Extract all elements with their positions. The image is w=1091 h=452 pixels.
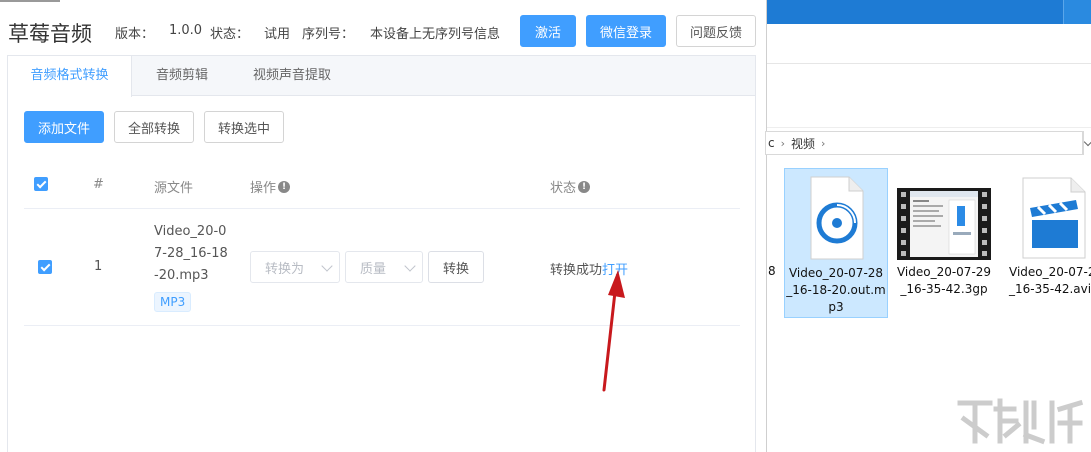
file-name-line: -20.mp3 (154, 268, 209, 283)
file-name-line: _16-35-42.3gp (900, 282, 988, 296)
video-thumbnail-icon (897, 188, 991, 260)
file-name-line: Video_20-07-28 (788, 266, 884, 280)
format-tag: MP3 (154, 292, 192, 312)
tab-audio-format-convert[interactable]: 音频格式转换 (8, 56, 132, 97)
tab-video-audio-extract[interactable]: 视频声音提取 (232, 56, 352, 96)
row-file-name: Video_20-0 7-28_16-18 -20.mp3 (154, 221, 234, 287)
file-name-line: _16-35-42.avi (1009, 282, 1091, 296)
header-status-label: 状态 (550, 181, 577, 196)
header-bar: 草莓音频 版本： 1.0.0 状态： 试用 序列号： 本设备上无序列号信息 激活… (0, 12, 767, 52)
explorer-ribbon (767, 24, 1091, 64)
header-action-label: 操作 (250, 181, 277, 196)
header-divider (24, 208, 740, 209)
explorer-titlebar (767, 0, 1091, 24)
row-divider (24, 325, 740, 326)
convert-to-placeholder: 转换为 (265, 261, 305, 277)
chevron-down-icon (404, 260, 416, 272)
file-name-line: Video_20-0 (154, 224, 227, 239)
quality-select[interactable]: 质量 (345, 251, 423, 283)
file-name-line: Video_20-07-2 (1009, 265, 1091, 279)
select-all-checkbox[interactable] (34, 177, 48, 191)
row-index: 1 (94, 259, 103, 274)
header-action: 操作 ! (250, 177, 291, 196)
window-control[interactable] (1063, 0, 1091, 24)
header-source-file: 源文件 (154, 181, 194, 196)
tab-audio-clip[interactable]: 音频剪辑 (132, 56, 232, 96)
clapperboard-file-icon (1022, 177, 1086, 259)
header-index: # (93, 177, 104, 192)
convert-selected-button[interactable]: 转换选中 (204, 111, 284, 143)
breadcrumb-folder[interactable]: 视频 (791, 135, 815, 152)
file-name: Video_20-07-29 _16-35-42.3gp (893, 264, 995, 298)
file-item[interactable]: Video_20-07-28 _16-18-20.out.m p3 (784, 168, 888, 318)
watermark-logo (957, 398, 1084, 445)
row-checkbox[interactable] (38, 260, 52, 274)
chevron-down-icon (321, 260, 333, 272)
file-name-line: Video_20-07-29 (896, 265, 992, 279)
wechat-login-button[interactable]: 微信登录 (586, 15, 666, 47)
app-title: 草莓音频 (8, 22, 92, 46)
add-file-button[interactable]: 添加文件 (24, 111, 104, 143)
convert-all-button[interactable]: 全部转换 (114, 111, 194, 143)
explorer-toolbar (767, 64, 1091, 128)
activate-button[interactable]: 激活 (520, 15, 576, 47)
version-value: 1.0.0 (169, 23, 203, 38)
convert-button[interactable]: 转换 (428, 251, 484, 283)
info-icon: ! (578, 180, 591, 193)
tab-bar: 音频格式转换 音频剪辑 视频声音提取 (8, 56, 755, 97)
status-label: 状态： (210, 27, 250, 42)
serial-value: 本设备上无序列号信息 (370, 27, 501, 42)
app-window: 草莓音频 版本： 1.0.0 状态： 试用 序列号： 本设备上无序列号信息 激活… (0, 0, 767, 452)
annotation-arrow-icon (602, 270, 625, 392)
file-name-line: _16-18-20.out.m (786, 283, 886, 297)
feedback-button[interactable]: 问题反馈 (676, 15, 756, 47)
file-name-line: 7-28_16-18 (154, 246, 228, 261)
breadcrumb-separator-icon: › (821, 136, 826, 150)
file-name: Video_20-07-28 _16-18-20.out.m p3 (785, 265, 887, 316)
address-dropdown-icon[interactable] (1083, 131, 1091, 155)
audio-file-icon (810, 176, 864, 260)
partial-file-label: 8 (768, 264, 776, 278)
convert-to-select[interactable]: 转换为 (250, 251, 340, 283)
status-value: 试用 (264, 27, 291, 42)
explorer-window: c › 视频 › 8 Video_20-07-28 _16-18-20.out.… (765, 0, 1091, 452)
file-item[interactable]: Video_20-07-2 _16-35-42.avi (1001, 168, 1091, 318)
file-name: Video_20-07-2 _16-35-42.avi (1009, 264, 1091, 298)
main-panel: 音频格式转换 音频剪辑 视频声音提取 添加文件 全部转换 转换选中 # 源文件 … (7, 55, 756, 452)
info-icon: ! (278, 180, 291, 193)
header-status: 状态 ! (550, 177, 591, 196)
file-name-line: p3 (828, 300, 844, 314)
address-bar[interactable]: c › 视频 › (765, 131, 1083, 155)
breadcrumb-separator-icon: › (780, 136, 786, 150)
file-item[interactable]: Video_20-07-29 _16-35-42.3gp (893, 168, 995, 318)
quality-placeholder: 质量 (360, 261, 387, 277)
serial-label: 序列号： (302, 27, 355, 42)
version-label: 版本： (115, 27, 155, 42)
breadcrumb-fragment: c (768, 136, 775, 150)
menu-strip (0, 0, 60, 4)
